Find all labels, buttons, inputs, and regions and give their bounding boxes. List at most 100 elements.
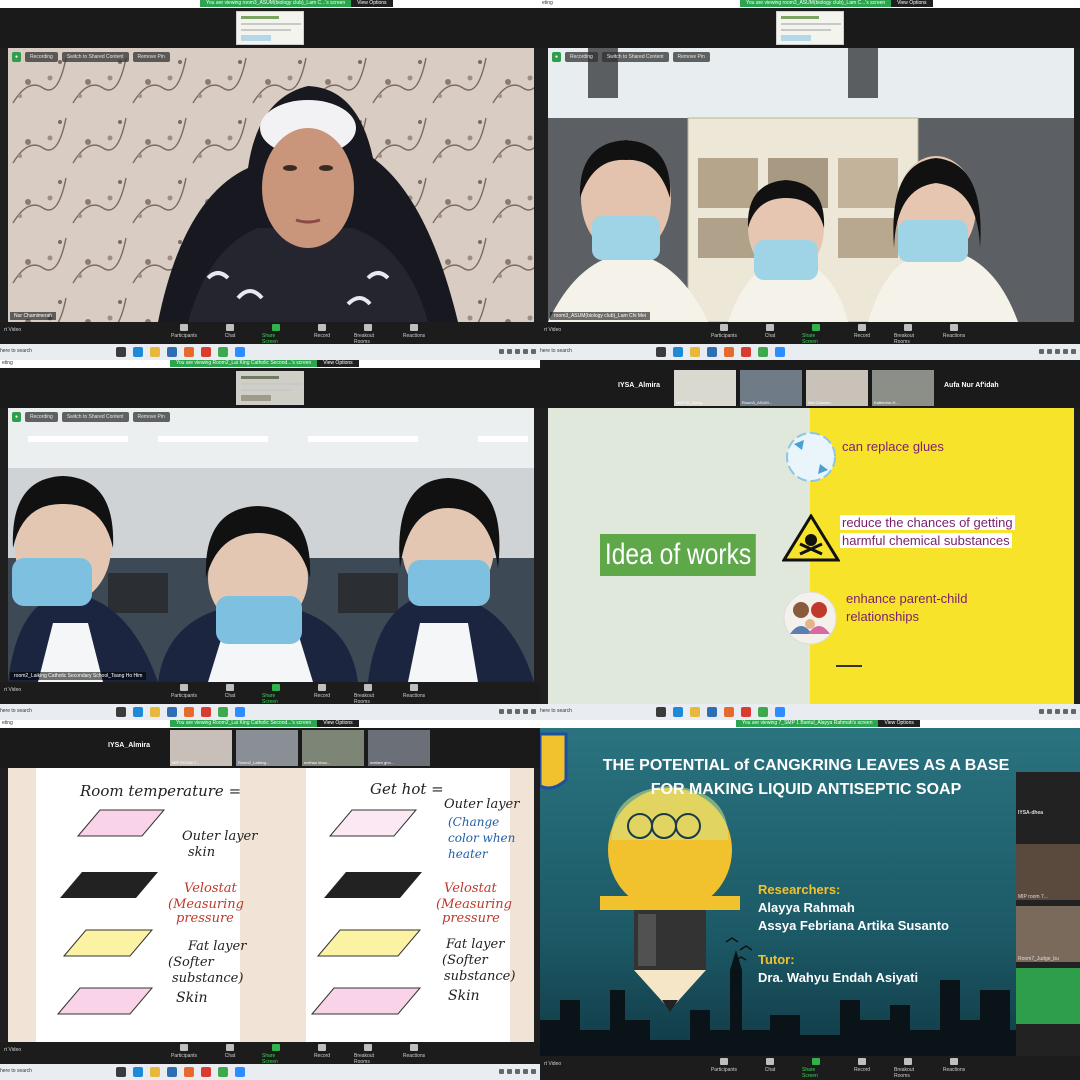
- start-video-button[interactable]: rt Video: [4, 327, 21, 333]
- reactions-button[interactable]: Reactions: [400, 684, 428, 705]
- taskbar-search[interactable]: here to search: [0, 1068, 32, 1074]
- task-view-icon[interactable]: [116, 707, 126, 717]
- participants-button[interactable]: Participants: [710, 1058, 738, 1079]
- edge-icon[interactable]: [673, 707, 683, 717]
- folder-icon[interactable]: [690, 347, 700, 357]
- chat-button[interactable]: Chat: [216, 324, 244, 345]
- reactions-button[interactable]: Reactions: [400, 324, 428, 345]
- participants-button[interactable]: Participants: [170, 1044, 198, 1065]
- task-view-icon[interactable]: [116, 347, 126, 357]
- chrome-icon[interactable]: [758, 707, 768, 717]
- taskbar-search[interactable]: here to search: [540, 708, 572, 714]
- powerpoint-icon[interactable]: [201, 347, 211, 357]
- folder-icon[interactable]: [150, 1067, 160, 1077]
- edge-icon[interactable]: [133, 1067, 143, 1077]
- zoom-icon[interactable]: [775, 707, 785, 717]
- reactions-button[interactable]: Reactions: [940, 324, 968, 345]
- start-video-button[interactable]: rt Video: [4, 687, 21, 693]
- breakout-rooms-button[interactable]: Breakout Rooms: [354, 684, 382, 705]
- breakout-rooms-button[interactable]: Breakout Rooms: [894, 324, 922, 345]
- switch-shared-content-button[interactable]: Switch to Shared Content: [61, 52, 129, 62]
- edge-icon[interactable]: [673, 347, 683, 357]
- start-video-button[interactable]: rt Video: [544, 1061, 561, 1067]
- taskbar-search[interactable]: here to search: [0, 708, 32, 714]
- switch-shared-content-button[interactable]: Switch to Shared Content: [601, 52, 669, 62]
- chat-button[interactable]: Chat: [216, 1044, 244, 1065]
- security-icon[interactable]: ●: [552, 52, 562, 62]
- participants-button[interactable]: Participants: [710, 324, 738, 345]
- sidebar-video-3[interactable]: [1016, 968, 1080, 1024]
- view-options-button[interactable]: View Options: [317, 720, 359, 727]
- task-view-icon[interactable]: [656, 347, 666, 357]
- shared-screen-thumbnail[interactable]: [236, 11, 304, 45]
- task-view-icon[interactable]: [656, 707, 666, 717]
- folder-icon[interactable]: [690, 707, 700, 717]
- zoom-icon[interactable]: [235, 347, 245, 357]
- powerpoint-icon[interactable]: [201, 707, 211, 717]
- folder-icon[interactable]: [150, 347, 160, 357]
- app-icon[interactable]: [167, 1067, 177, 1077]
- gallery-tile[interactable]: Katherine-H...: [872, 370, 934, 406]
- share-screen-button[interactable]: Share Screen: [802, 324, 830, 345]
- powerpoint-icon[interactable]: [741, 347, 751, 357]
- remove-pin-button[interactable]: Remove Pin: [672, 52, 710, 62]
- firefox-icon[interactable]: [184, 707, 194, 717]
- share-screen-button[interactable]: Share Screen: [262, 1044, 290, 1065]
- firefox-icon[interactable]: [724, 347, 734, 357]
- chrome-icon[interactable]: [218, 707, 228, 717]
- gallery-tile[interactable]: meihan khoo...: [302, 730, 364, 766]
- security-icon[interactable]: ●: [12, 52, 22, 62]
- view-options-button[interactable]: View Options: [351, 0, 393, 7]
- app-icon[interactable]: [167, 707, 177, 717]
- view-options-button[interactable]: View Options: [891, 0, 933, 7]
- zoom-icon[interactable]: [235, 1067, 245, 1077]
- app-icon[interactable]: [707, 707, 717, 717]
- firefox-icon[interactable]: [184, 347, 194, 357]
- start-video-button[interactable]: rt Video: [4, 1047, 21, 1053]
- chat-button[interactable]: Chat: [756, 1058, 784, 1079]
- shared-screen-thumbnail[interactable]: [776, 11, 844, 45]
- app-icon[interactable]: [707, 347, 717, 357]
- start-video-button[interactable]: rt Video: [544, 327, 561, 333]
- share-screen-button[interactable]: Share Screen: [802, 1058, 830, 1079]
- gallery-tile[interactable]: MCPJC_Ziang...: [674, 370, 736, 406]
- sidebar-video-1[interactable]: [1016, 844, 1080, 900]
- firefox-icon[interactable]: [184, 1067, 194, 1077]
- gallery-tile[interactable]: Room2_Laiking...: [236, 730, 298, 766]
- zoom-icon[interactable]: [235, 707, 245, 717]
- breakout-rooms-button[interactable]: Breakout Rooms: [894, 1058, 922, 1079]
- record-button[interactable]: Record: [848, 324, 876, 345]
- breakout-rooms-button[interactable]: Breakout Rooms: [354, 324, 382, 345]
- share-screen-button[interactable]: Share Screen: [262, 324, 290, 345]
- firefox-icon[interactable]: [724, 707, 734, 717]
- chrome-icon[interactable]: [218, 1067, 228, 1077]
- gallery-tile[interactable]: Room3_ASUM...: [740, 370, 802, 406]
- zoom-icon[interactable]: [775, 347, 785, 357]
- record-button[interactable]: Record: [308, 684, 336, 705]
- sidebar-video-2[interactable]: [1016, 906, 1080, 962]
- chrome-icon[interactable]: [218, 347, 228, 357]
- view-options-button[interactable]: View Options: [878, 720, 920, 727]
- taskbar-search[interactable]: here to search: [540, 348, 572, 354]
- view-options-button[interactable]: View Options: [317, 360, 359, 367]
- remove-pin-button[interactable]: Remove Pin: [132, 412, 170, 422]
- remove-pin-button[interactable]: Remove Pin: [132, 52, 170, 62]
- participants-button[interactable]: Participants: [170, 324, 198, 345]
- record-button[interactable]: Record: [308, 324, 336, 345]
- chat-button[interactable]: Chat: [756, 324, 784, 345]
- taskbar-search[interactable]: here to search: [0, 348, 32, 354]
- chat-button[interactable]: Chat: [216, 684, 244, 705]
- task-view-icon[interactable]: [116, 1067, 126, 1077]
- app-icon[interactable]: [167, 347, 177, 357]
- participants-button[interactable]: Participants: [170, 684, 198, 705]
- chrome-icon[interactable]: [758, 347, 768, 357]
- reactions-button[interactable]: Reactions: [940, 1058, 968, 1079]
- powerpoint-icon[interactable]: [201, 1067, 211, 1077]
- reactions-button[interactable]: Reactions: [400, 1044, 428, 1065]
- breakout-rooms-button[interactable]: Breakout Rooms: [354, 1044, 382, 1065]
- record-button[interactable]: Record: [848, 1058, 876, 1079]
- share-screen-button[interactable]: Share Screen: [262, 684, 290, 705]
- security-icon[interactable]: ●: [12, 412, 22, 422]
- edge-icon[interactable]: [133, 707, 143, 717]
- powerpoint-icon[interactable]: [741, 707, 751, 717]
